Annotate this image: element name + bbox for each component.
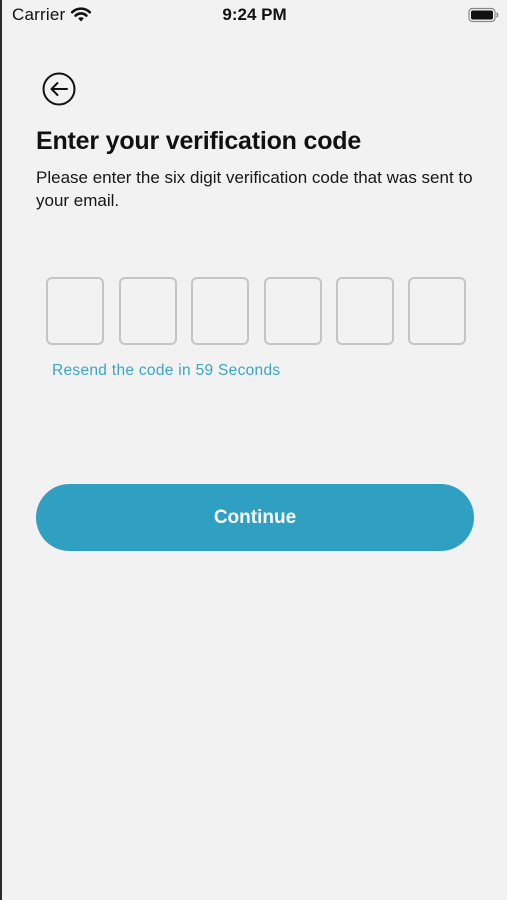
verification-screen: Carrier 9:24 PM Enter your verification … bbox=[0, 0, 507, 900]
resend-code-link[interactable]: Resend the code in 59 Seconds bbox=[52, 362, 280, 380]
code-digit-6[interactable] bbox=[408, 277, 466, 345]
status-bar: Carrier 9:24 PM bbox=[2, 0, 507, 32]
page-title: Enter your verification code bbox=[36, 127, 362, 155]
battery-icon bbox=[468, 7, 499, 23]
code-digit-1[interactable] bbox=[46, 277, 104, 345]
code-digit-2[interactable] bbox=[118, 277, 177, 345]
code-digit-3[interactable] bbox=[191, 277, 249, 345]
verification-code-input bbox=[46, 277, 470, 347]
continue-button[interactable]: Continue bbox=[36, 484, 474, 551]
clock: 9:24 PM bbox=[222, 5, 287, 24]
code-digit-5[interactable] bbox=[336, 277, 394, 345]
back-button[interactable] bbox=[42, 72, 76, 106]
code-digit-4[interactable] bbox=[263, 277, 322, 345]
page-subtitle: Please enter the six digit verification … bbox=[36, 168, 473, 210]
